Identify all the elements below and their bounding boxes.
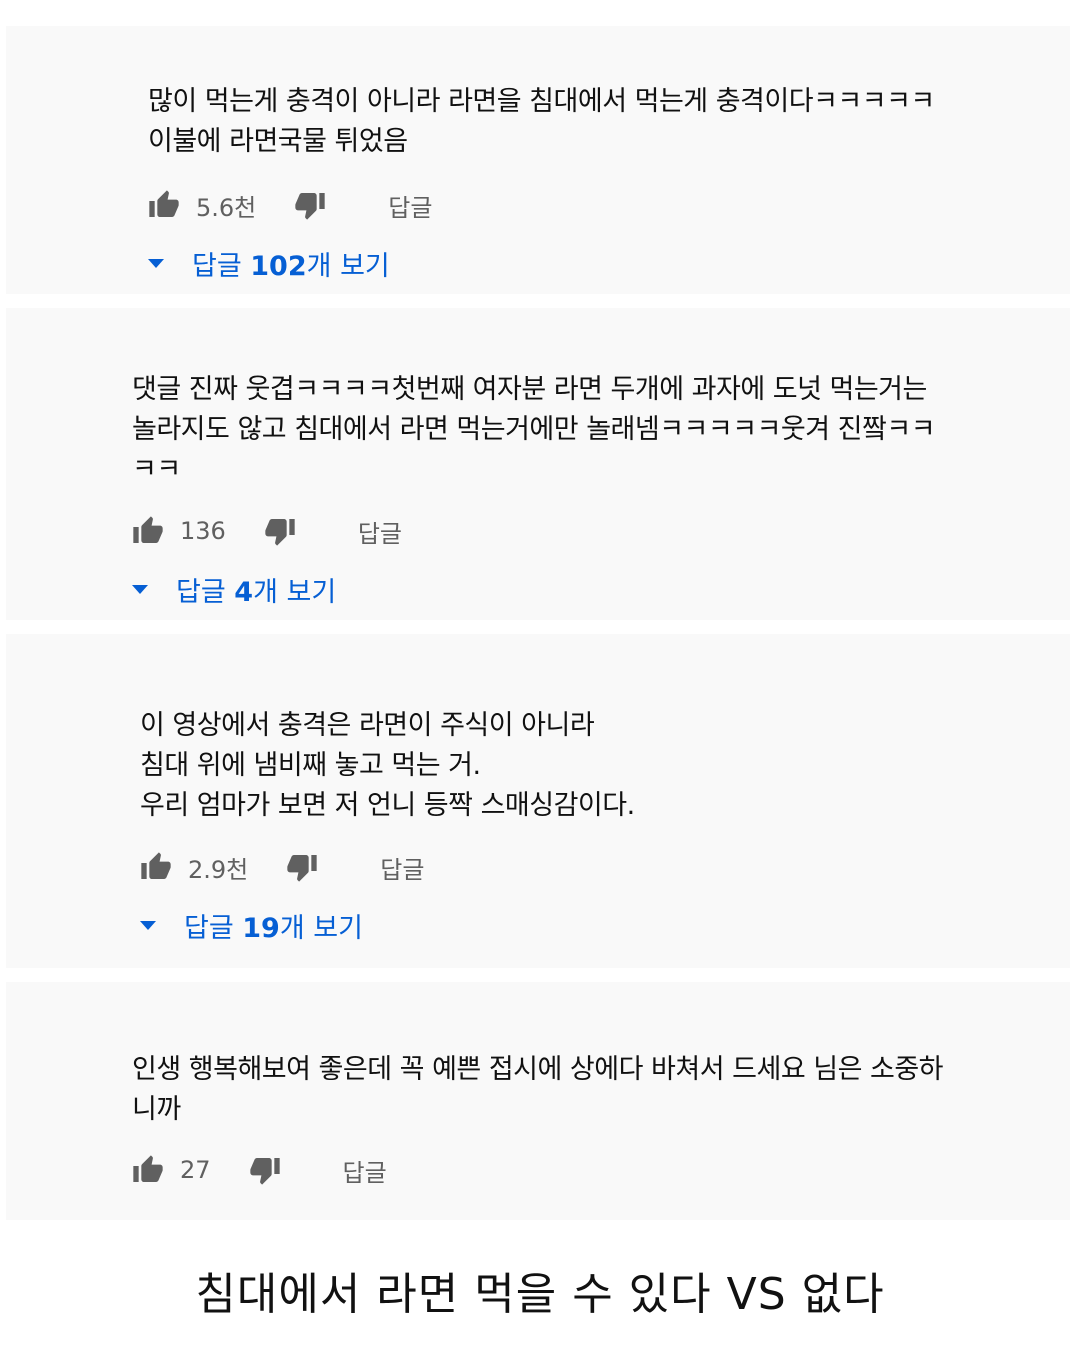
- comment-text: 이 영상에서 충격은 라면이 주식이 아니라 침대 위에 냄비째 놓고 먹는 거…: [140, 710, 635, 821]
- thumbs-down-icon[interactable]: [249, 1154, 281, 1186]
- like-count: 27: [180, 1156, 211, 1184]
- thumbs-down-icon[interactable]: [294, 189, 326, 221]
- caret-down-icon: [132, 585, 148, 594]
- thumbs-up-icon[interactable]: [132, 1154, 164, 1186]
- caret-down-icon: [148, 259, 164, 268]
- comment-card: 댓글 진짜 웃겹ㅋㅋㅋㅋ첫번째 여자분 라면 두개에 과자에 도넛 먹는거는 놀…: [6, 308, 1070, 620]
- comment-card: 많이 먹는게 충격이 아니라 라면을 침대에서 먹는게 충격이다ㅋㅋㅋㅋㅋ 이불…: [6, 26, 1070, 294]
- view-replies-button[interactable]: 답글 102개 보기: [148, 244, 390, 283]
- view-replies-label: 답글 4개 보기: [176, 577, 337, 608]
- view-replies-label: 답글 19개 보기: [184, 913, 363, 944]
- comment-actions: 27 답글: [132, 1150, 387, 1190]
- thumbs-down-icon[interactable]: [286, 851, 318, 883]
- view-replies-button[interactable]: 답글 19개 보기: [140, 906, 363, 945]
- like-count: 2.9천: [188, 855, 249, 884]
- view-replies-button[interactable]: 답글 4개 보기: [132, 570, 336, 609]
- reply-button[interactable]: 답글: [358, 514, 402, 549]
- thumbs-up-icon[interactable]: [148, 189, 180, 221]
- comment-actions: 2.9천 답글: [140, 847, 424, 887]
- caret-down-icon: [140, 921, 156, 930]
- page-title: 침대에서 라면 먹을 수 있다 VS 없다: [195, 1269, 885, 1320]
- thumbs-up-icon[interactable]: [132, 515, 164, 547]
- view-replies-label: 답글 102개 보기: [192, 251, 390, 282]
- comment-text: 인생 행복해보여 좋은데 꼭 예쁜 접시에 상에다 바쳐서 드세요 님은 소중하…: [132, 1054, 944, 1125]
- like-count: 5.6천: [196, 193, 257, 222]
- comment-text: 많이 먹는게 충격이 아니라 라면을 침대에서 먹는게 충격이다ㅋㅋㅋㅋㅋ 이불…: [148, 86, 935, 157]
- thumbs-up-icon[interactable]: [140, 851, 172, 883]
- like-count: 136: [180, 517, 226, 545]
- thumbs-down-icon[interactable]: [264, 515, 296, 547]
- comment-actions: 5.6천 답글: [148, 185, 432, 225]
- comment-text: 댓글 진짜 웃겹ㅋㅋㅋㅋ첫번째 여자분 라면 두개에 과자에 도넛 먹는거는 놀…: [132, 374, 936, 485]
- comment-card: 이 영상에서 충격은 라면이 주식이 아니라 침대 위에 냄비째 놓고 먹는 거…: [6, 634, 1070, 968]
- comment-card: 인생 행복해보여 좋은데 꼭 예쁜 접시에 상에다 바쳐서 드세요 님은 소중하…: [6, 982, 1070, 1220]
- reply-button[interactable]: 답글: [388, 188, 432, 223]
- reply-button[interactable]: 답글: [380, 850, 424, 885]
- reply-button[interactable]: 답글: [343, 1153, 387, 1188]
- comment-actions: 136 답글: [132, 511, 402, 551]
